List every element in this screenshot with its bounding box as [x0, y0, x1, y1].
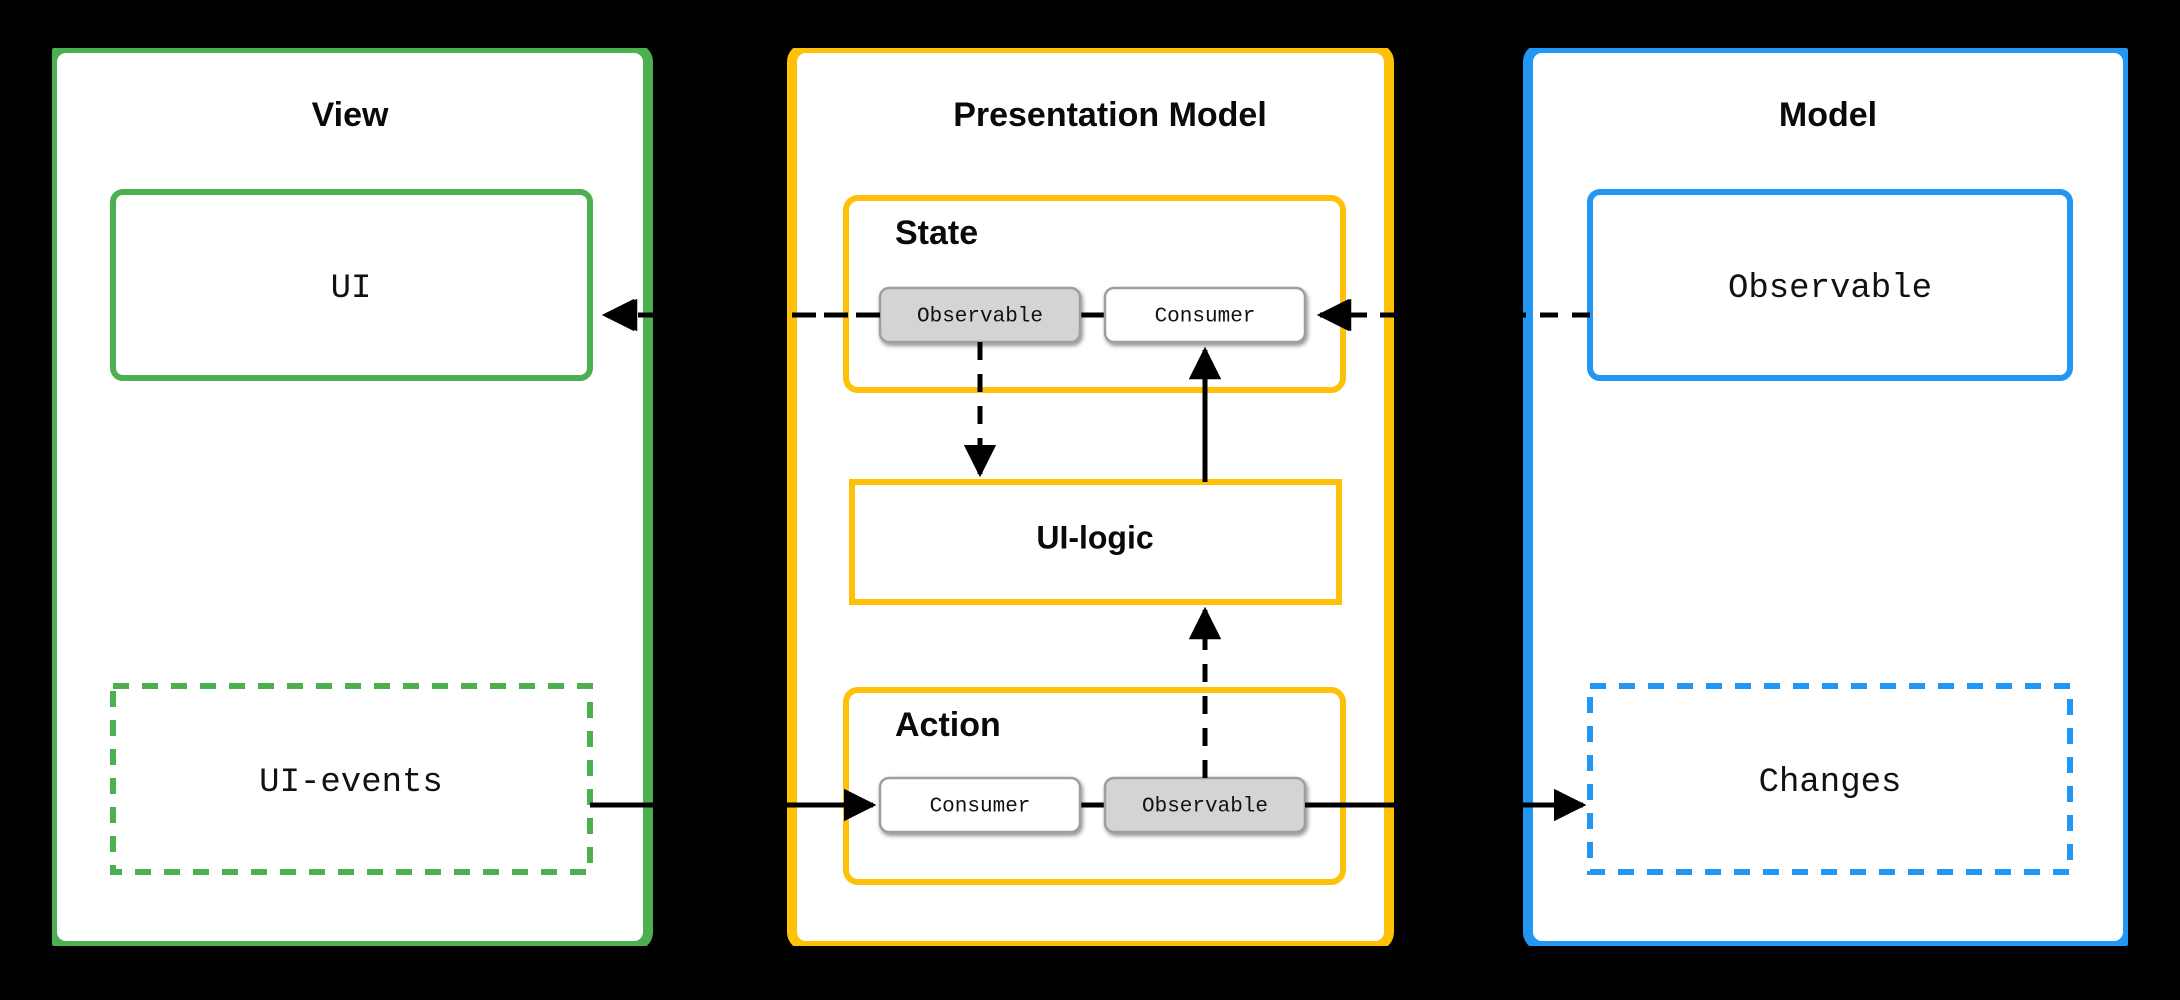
- node-ui-label: UI: [331, 270, 372, 308]
- panel-view: View UI UI-events: [47, 43, 653, 951]
- panel-presentation-model: Presentation Model State Observable Cons…: [787, 43, 1394, 951]
- group-action-title: Action: [895, 706, 1001, 744]
- gutter-top: [0, 0, 2180, 48]
- gutter-bottom: [0, 946, 2180, 1000]
- node-state-consumer-label: Consumer: [1155, 306, 1256, 329]
- panel-presentation-model-title: Presentation Model: [953, 96, 1267, 134]
- gutter-presentation-model: [1399, 0, 1518, 1000]
- node-action-observable-label: Observable: [1142, 796, 1268, 819]
- node-ui-logic-label: UI-logic: [1036, 519, 1153, 555]
- diagram-root: View UI UI-events Presentation Model Sta…: [0, 0, 2180, 1000]
- node-model-observable-label: Observable: [1728, 270, 1932, 308]
- panel-model-title: Model: [1779, 96, 1877, 134]
- node-state-observable-label: Observable: [917, 306, 1043, 329]
- panel-model: Model Observable Changes: [1523, 43, 2133, 951]
- group-state-title: State: [895, 214, 978, 252]
- node-action-consumer-label: Consumer: [930, 796, 1031, 819]
- gutter-view-presentation: [658, 0, 782, 1000]
- node-ui-events-label: UI-events: [259, 764, 443, 802]
- gutter-left: [0, 0, 52, 1000]
- panel-view-title: View: [312, 96, 389, 134]
- node-model-changes-label: Changes: [1759, 764, 1902, 802]
- gutter-right: [2128, 0, 2180, 1000]
- presentation-model-architecture-diagram: View UI UI-events Presentation Model Sta…: [0, 0, 2180, 1000]
